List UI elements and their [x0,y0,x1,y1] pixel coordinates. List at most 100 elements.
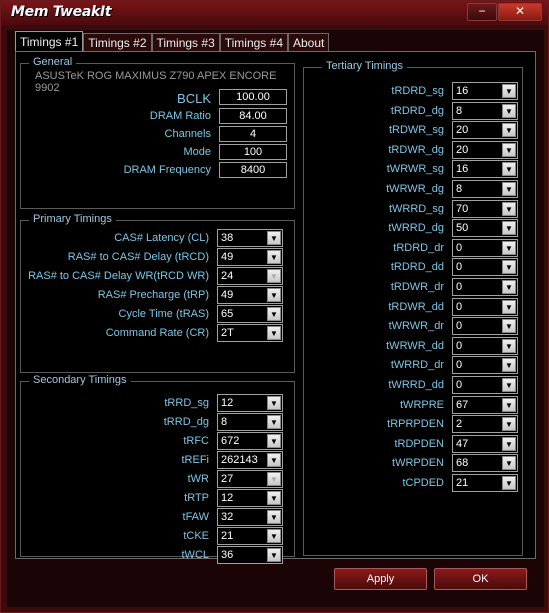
tertiary-label-twrrd-dd: tWRRD_dd [388,379,444,391]
primary-label-cycle-time-tras: Cycle Time (tRAS) [118,308,209,320]
dropdown-arrow-icon[interactable]: ▼ [502,103,516,118]
dropdown-arrow-icon[interactable]: ▼ [502,123,516,138]
secondary-select-tcke[interactable]: 21 ▼ [217,527,283,545]
dropdown-arrow-icon[interactable]: ▼ [267,529,281,543]
tertiary-select-twrrd-dr[interactable]: 0 ▼ [452,356,518,375]
tertiary-select-twrwr-dg[interactable]: 8 ▼ [452,180,518,198]
dropdown-arrow-icon[interactable]: ▼ [267,307,281,321]
tertiary-select-twrwr-dr[interactable]: 0 ▼ [452,317,518,336]
dropdown-arrow-icon[interactable]: ▼ [502,240,516,255]
title-bar[interactable]: Mem TweakIt − ✕ [1,1,548,25]
dropdown-arrow-icon[interactable]: ▼ [502,221,516,236]
tertiary-select-trprpden[interactable]: 2 ▼ [452,415,518,434]
tertiary-select-twrrd-sg[interactable]: 70 ▼ [452,199,518,218]
dropdown-arrow-icon[interactable]: ▼ [502,476,516,490]
dropdown-arrow-icon[interactable]: ▼ [502,436,516,451]
select-value: 50 [456,222,469,235]
tertiary-select-twrrd-dg[interactable]: 50 ▼ [452,219,518,238]
secondary-select-trrd-dg[interactable]: 8 ▼ [217,413,283,431]
dropdown-arrow-icon[interactable]: ▼ [267,491,281,505]
tertiary-select-trdpden[interactable]: 47 ▼ [452,434,518,453]
secondary-select-trrd-sg[interactable]: 12 ▼ [217,394,283,412]
tertiary-label-twrwr-sg: tWRWR_sg [386,163,444,176]
select-value: 20 [456,143,469,156]
dropdown-arrow-icon[interactable]: ▼ [502,397,516,412]
dropdown-arrow-icon[interactable]: ▼ [267,453,281,467]
primary-select-cycle-time-tras[interactable]: 65 ▼ [217,305,283,323]
tertiary-select-trdwr-sg[interactable]: 20 ▼ [452,121,518,140]
tertiary-select-trdwr-dg[interactable]: 20 ▼ [452,140,518,159]
select-value: 12 [221,492,234,504]
tertiary-select-trdrd-dd[interactable]: 0 ▼ [452,258,518,277]
tab-timings-4[interactable]: Timings #4 [219,33,288,52]
dropdown-arrow-icon[interactable]: ▼ [502,84,516,98]
dropdown-arrow-icon[interactable]: ▼ [267,548,281,562]
dropdown-arrow-icon[interactable]: ▼ [502,201,516,216]
bclk-field[interactable]: 100.00 [219,89,287,105]
dram-frequency-field[interactable]: 8400 [219,162,287,178]
tertiary-select-trdwr-dd[interactable]: 0 ▼ [452,297,518,316]
select-value: 24 [221,270,234,282]
dropdown-arrow-icon[interactable]: ▼ [502,319,516,334]
tertiary-select-twrrd-dd[interactable]: 0 ▼ [452,376,518,394]
primary-select-command-rate-cr[interactable]: 2T ▼ [217,324,283,342]
tertiary-select-trdwr-dr[interactable]: 0 ▼ [452,278,518,296]
tertiary-select-trdrd-dr[interactable]: 0 ▼ [452,238,518,257]
tab-about[interactable]: About [288,33,330,52]
dropdown-arrow-icon[interactable]: ▼ [502,260,516,275]
dropdown-arrow-icon[interactable]: ▼ [267,510,281,524]
secondary-select-trefi[interactable]: 262143 ▼ [217,451,283,469]
tab-timings-1[interactable]: Timings #1 [15,31,84,52]
dram-frequency-label: DRAM Frequency [123,164,211,176]
tertiary-select-trdrd-dg[interactable]: 8 ▼ [452,101,518,120]
dropdown-arrow-icon[interactable]: ▼ [267,231,281,245]
dropdown-arrow-icon[interactable]: ▼ [502,162,516,177]
secondary-select-twcl[interactable]: 36 ▼ [217,546,283,564]
tertiary-select-twrwr-sg[interactable]: 16 ▼ [452,160,518,179]
dram-ratio-field[interactable]: 84.00 [219,108,287,124]
dropdown-arrow-icon[interactable]: ▼ [267,326,281,340]
tertiary-select-twrwr-dd[interactable]: 0 ▼ [452,336,518,355]
close-button[interactable]: ✕ [498,3,542,21]
secondary-timings-group: Secondary Timings tRRD_sg 12 ▼ tRRD_dg 8 ▼ tRF… [20,374,295,564]
channels-field[interactable]: 4 [219,126,287,142]
dropdown-arrow-icon[interactable]: ▼ [502,299,516,314]
dropdown-arrow-icon[interactable]: ▼ [267,396,281,410]
select-value: 0 [456,320,463,333]
bclk-label: BCLK [177,91,211,106]
secondary-select-trtp[interactable]: 12 ▼ [217,489,283,507]
secondary-select-trfc[interactable]: 672 ▼ [217,432,283,450]
dropdown-arrow-icon[interactable]: ▼ [267,434,281,448]
tertiary-label-trprpden: tRPRPDEN [387,418,444,431]
dropdown-arrow-icon[interactable]: ▼ [502,280,516,294]
select-value: 0 [456,261,463,274]
dropdown-arrow-icon[interactable]: ▼ [502,142,516,157]
tab-timings-3[interactable]: Timings #3 [151,33,220,52]
tertiary-label-twrrd-sg: tWRRD_sg [388,202,444,215]
tertiary-select-twrpden[interactable]: 68 ▼ [452,454,518,473]
dropdown-arrow-icon[interactable]: ▼ [267,250,281,264]
dropdown-arrow-icon[interactable]: ▼ [502,182,516,196]
dropdown-arrow-icon[interactable]: ▼ [267,288,281,302]
tertiary-select-trdrd-sg[interactable]: 16 ▼ [452,82,518,100]
primary-select-ras-to-cas-delay-trcd[interactable]: 49 ▼ [217,248,283,266]
secondary-select-tfaw[interactable]: 32 ▼ [217,508,283,526]
dropdown-arrow-icon[interactable]: ▼ [502,378,516,392]
tertiary-select-twrpre[interactable]: 67 ▼ [452,395,518,414]
dropdown-arrow-icon[interactable]: ▼ [502,338,516,353]
tab-timings-2[interactable]: Timings #2 [83,33,152,52]
dropdown-arrow-icon[interactable]: ▼ [267,415,281,429]
ok-button[interactable]: OK [434,568,527,590]
dropdown-arrow-icon[interactable]: ▼ [502,358,516,373]
select-value: 8 [456,183,463,195]
apply-button[interactable]: Apply [334,568,427,590]
dropdown-arrow-icon[interactable]: ▼ [502,417,516,432]
dropdown-arrow-icon[interactable]: ▼ [502,456,516,471]
mode-field[interactable]: 100 [219,144,287,160]
tertiary-select-tcpded[interactable]: 21 ▼ [452,474,518,492]
tertiary-label-trdwr-dd: tRDWR_dd [388,300,444,313]
primary-select-cas-latency-cl[interactable]: 38 ▼ [217,229,283,247]
primary-select-ras-precharge-trp[interactable]: 49 ▼ [217,286,283,304]
tertiary-label-twrpden: tWRPDEN [392,457,444,470]
minimize-button[interactable]: − [467,3,497,21]
